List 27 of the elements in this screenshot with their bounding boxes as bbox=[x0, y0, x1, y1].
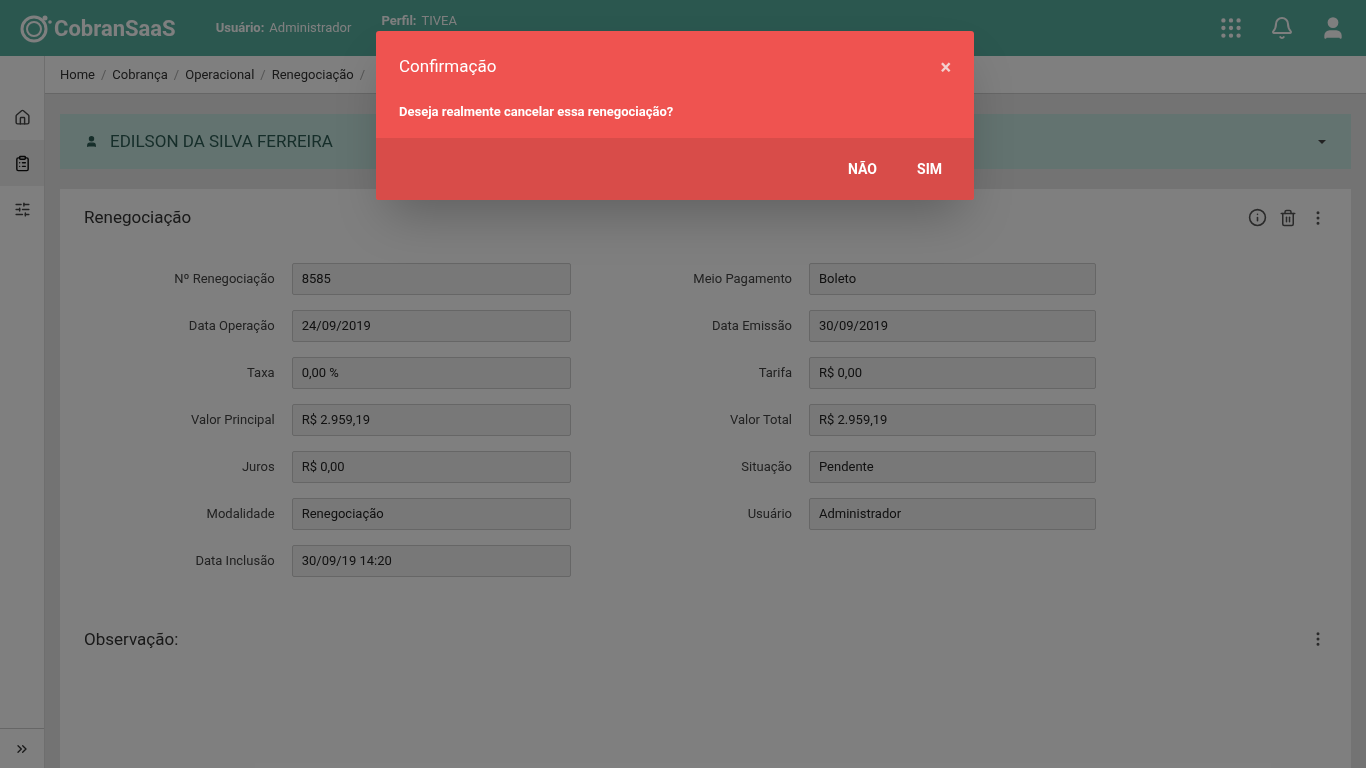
field-label: Valor Total bbox=[728, 410, 793, 429]
field-label: Usuário bbox=[746, 504, 793, 523]
card-title: Renegociação bbox=[84, 206, 192, 229]
breadcrumb-separator: / bbox=[173, 65, 180, 84]
client-name: EDILSON DA SILVA FERREIRA bbox=[110, 129, 333, 153]
dialog-message: Deseja realmente cancelar essa renegociação? bbox=[398, 102, 675, 121]
logo-text: CobranSaaS bbox=[54, 14, 176, 43]
dialog-title: Confirmação bbox=[399, 55, 497, 78]
field-label: Data Operação bbox=[187, 316, 276, 335]
field-label: Valor Principal bbox=[189, 410, 276, 429]
field-label: Data Emissão bbox=[711, 316, 793, 335]
profile-label: Perfil: bbox=[381, 13, 417, 28]
breadcrumb-separator: / bbox=[359, 65, 366, 84]
field-label: Tarifa bbox=[757, 363, 793, 382]
field-label: Situação bbox=[740, 457, 793, 476]
breadcrumb-separator: / bbox=[260, 65, 266, 84]
profile-value: TIVEA bbox=[421, 13, 457, 28]
breadcrumb-separator: / bbox=[101, 65, 107, 84]
user-value: Administrador bbox=[269, 19, 352, 38]
field-label: Taxa bbox=[246, 363, 276, 382]
field-label: Data Inclusão bbox=[194, 551, 276, 570]
user-label: Usuário: bbox=[215, 19, 265, 38]
field-label: Juros bbox=[240, 457, 276, 476]
observation-title: Observação: bbox=[84, 627, 179, 651]
field-label: Modalidade bbox=[205, 504, 276, 523]
field-label: Meio Pagamento bbox=[692, 269, 793, 288]
field-label: Nº Renegociação bbox=[173, 269, 276, 288]
